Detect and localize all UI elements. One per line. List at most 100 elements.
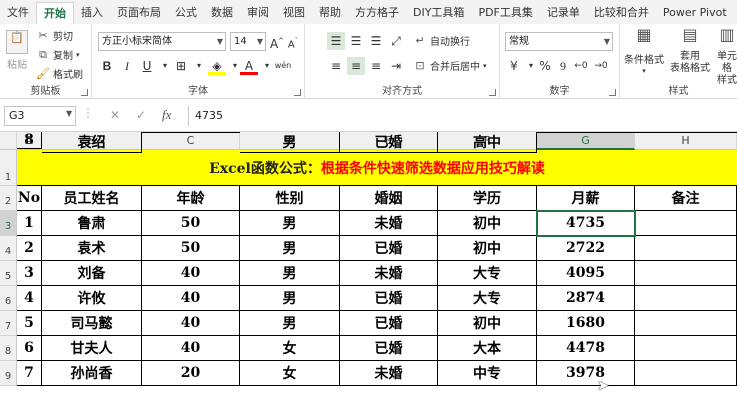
row-header-3[interactable]: 3 [0,211,17,236]
table-cell[interactable] [142,132,240,133]
font-name-select[interactable]: 方正小标宋简体 ▼ [98,32,226,51]
table-cell[interactable] [635,132,737,133]
tab-12[interactable]: 记录单 [540,2,587,24]
table-cell[interactable]: 鲁肃 [42,211,142,236]
table-cell[interactable]: 女 [240,336,340,361]
currency-icon[interactable]: ¥ [505,57,523,75]
tab-6[interactable]: 审阅 [240,2,276,24]
header-cell[interactable]: 年龄 [142,186,240,211]
orientation-icon[interactable]: ⤢ [387,32,405,50]
table-cell[interactable]: 甘夫人 [42,336,142,361]
tab-13[interactable]: 比较和合并 [587,2,656,24]
header-cell[interactable]: 月薪 [537,186,635,211]
table-cell[interactable] [635,286,737,311]
tab-7[interactable]: 视图 [276,2,312,24]
enter-icon[interactable]: ✓ [136,108,146,122]
header-cell[interactable]: 性别 [240,186,340,211]
tab-0[interactable]: 文件 [0,2,36,24]
table-cell[interactable]: 40 [142,311,240,336]
table-cell[interactable]: 2722 [537,236,635,261]
table-cell[interactable]: 4735 [537,211,635,236]
cell-styles-button[interactable]: ▥ 单元格 样式 [716,27,737,87]
align-right-icon[interactable]: ≡ [367,57,385,75]
table-cell[interactable]: 初中 [438,211,537,236]
align-left-icon[interactable]: ≡ [327,57,345,75]
row-header-8[interactable]: 8 [0,336,17,361]
table-cell[interactable]: 未婚 [340,361,438,386]
column-header-c[interactable]: C [142,132,240,150]
table-cell[interactable]: 初中 [438,311,537,336]
table-cell[interactable]: 已婚 [340,336,438,361]
table-cell[interactable]: 孙尚香 [42,361,142,386]
font-size-select[interactable]: 14 ▼ [230,32,266,51]
row-header-6[interactable]: 6 [0,286,17,311]
select-all-corner[interactable] [0,132,17,150]
column-header-g[interactable]: G [537,132,635,150]
indent-icon[interactable]: ⇥ [387,57,405,75]
table-cell[interactable] [635,361,737,386]
table-cell[interactable]: 50 [142,211,240,236]
table-cell[interactable]: 4095 [537,261,635,286]
table-cell[interactable]: 未婚 [340,261,438,286]
header-cell[interactable]: 学历 [438,186,537,211]
table-cell[interactable]: 已婚 [340,311,438,336]
table-cell[interactable]: 男 [240,236,340,261]
table-cell[interactable]: 女 [240,361,340,386]
table-cell[interactable]: 男 [240,211,340,236]
row-header-7[interactable]: 7 [0,311,17,336]
table-cell[interactable]: 高中 [438,132,537,153]
phonetic-button[interactable]: wén [274,57,292,75]
decrease-decimal-icon[interactable]: →0 [592,57,610,75]
align-middle-icon[interactable]: ☰ [347,32,365,50]
tab-11[interactable]: PDF工具集 [471,2,539,24]
tab-9[interactable]: 方方格子 [348,2,406,24]
underline-button[interactable]: U [138,57,156,75]
table-cell[interactable]: 司马懿 [42,311,142,336]
table-cell[interactable]: 已婚 [340,286,438,311]
table-cell[interactable] [635,311,737,336]
tab-4[interactable]: 公式 [168,2,204,24]
tab-8[interactable]: 帮助 [312,2,348,24]
number-format-select[interactable]: 常规 ▼ [505,32,613,51]
table-cell[interactable]: 已婚 [340,132,438,153]
table-cell[interactable]: 20 [142,361,240,386]
tab-10[interactable]: DIY工具箱 [406,2,471,24]
row-header-1[interactable]: 1 [0,150,17,186]
formula-input[interactable]: 4735 [188,106,733,126]
table-cell[interactable]: 男 [240,132,340,153]
conditional-format-button[interactable]: ▦ 条件格式 ▾ [624,27,664,76]
row-header-5[interactable]: 5 [0,261,17,286]
table-cell[interactable]: 3 [17,261,42,286]
table-cell[interactable]: 50 [142,236,240,261]
table-cell[interactable] [635,336,737,361]
comma-button[interactable]: 9 [554,57,572,75]
table-cell[interactable]: 7 [17,361,42,386]
align-center-icon[interactable]: ≡ [347,57,365,75]
table-cell[interactable] [635,236,737,261]
format-as-table-button[interactable]: ▤ 套用 表格格式 [670,27,710,75]
tab-3[interactable]: 页面布局 [110,2,168,24]
merge-center-button[interactable]: ⊡ 合并后居中 ▾ [413,58,486,74]
clipboard-launcher-icon[interactable] [81,89,88,96]
table-cell[interactable]: 男 [240,286,340,311]
row-header-9[interactable]: 9 [0,361,17,386]
chevron-down-icon[interactable]: ▼ [66,109,72,118]
format-painter-button[interactable]: 🖌 格式刷 [36,66,83,82]
table-cell[interactable]: 未婚 [340,211,438,236]
row-header-4[interactable]: 4 [0,236,17,261]
header-cell[interactable]: 婚姻 [340,186,438,211]
tab-5[interactable]: 数据 [204,2,240,24]
table-cell[interactable]: 男 [240,261,340,286]
table-cell[interactable]: 2 [17,236,42,261]
table-cell[interactable]: 3978 [537,361,635,386]
number-launcher-icon[interactable] [609,89,616,96]
chevron-down-icon[interactable]: ▾ [190,57,208,75]
table-cell[interactable]: 1680 [537,311,635,336]
align-top-icon[interactable]: ☰ [327,32,345,50]
header-cell[interactable]: 备注 [635,186,737,211]
header-cell[interactable]: 员工姓名 [42,186,142,211]
table-cell[interactable]: 6 [17,336,42,361]
table-cell[interactable]: 40 [142,336,240,361]
table-cell[interactable]: 初中 [438,236,537,261]
shrink-font-button[interactable]: Aˇ [284,32,302,50]
